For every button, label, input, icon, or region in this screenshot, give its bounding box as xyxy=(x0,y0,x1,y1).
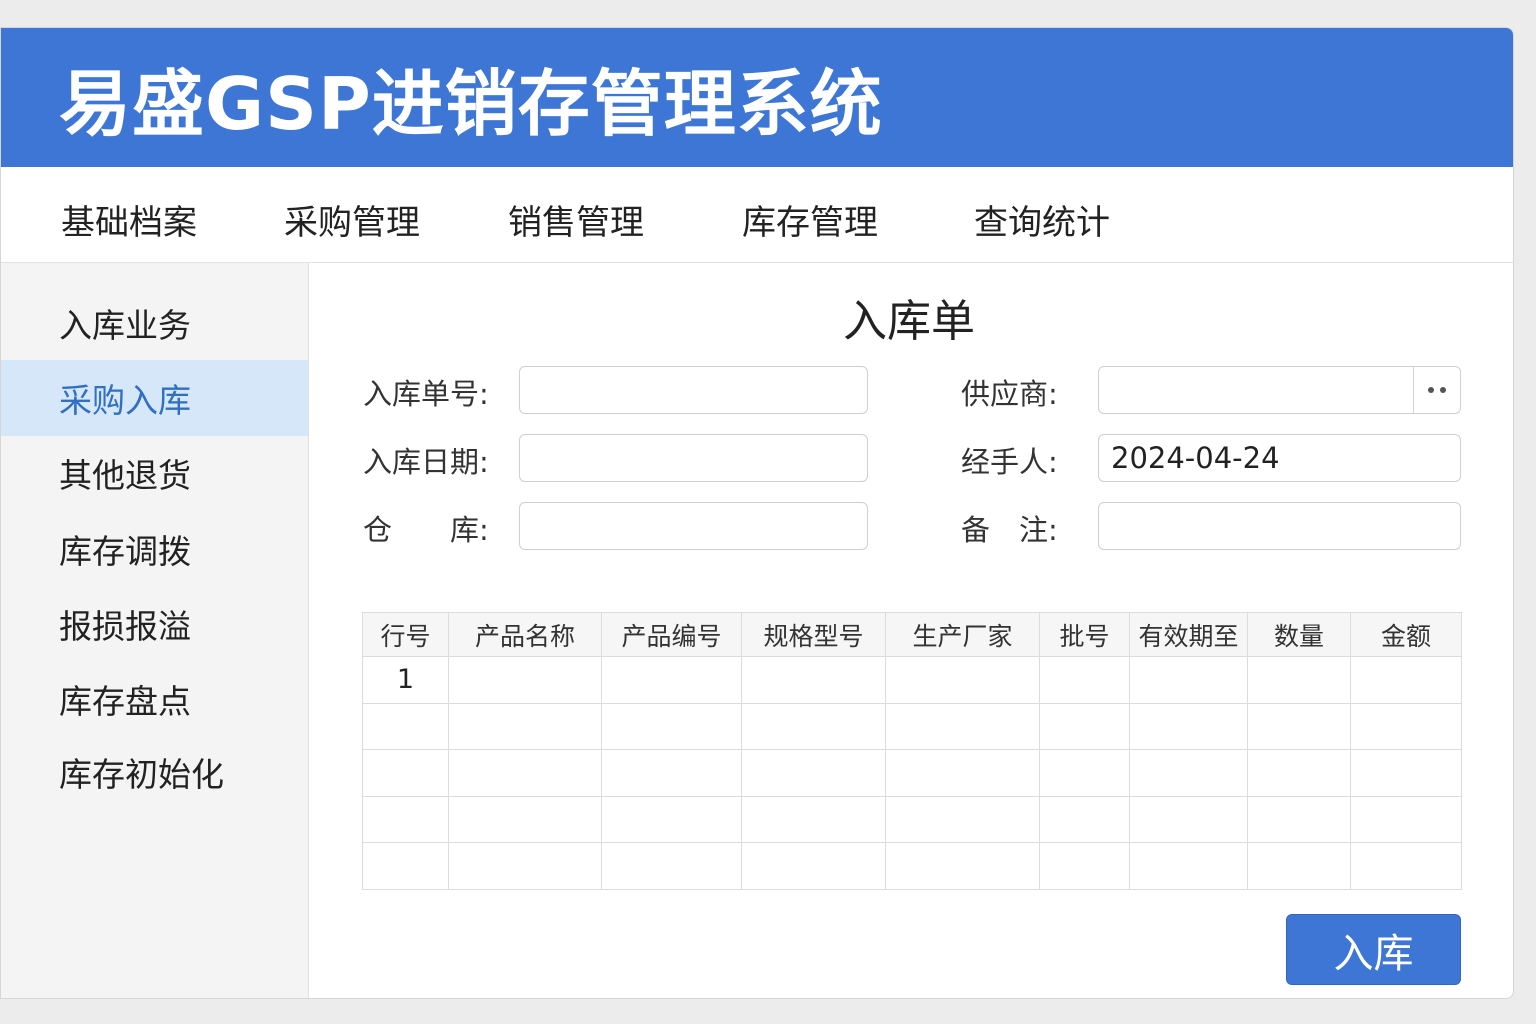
table-cell[interactable] xyxy=(1129,702,1248,750)
col-header-spec-model: 规格型号 xyxy=(741,612,886,657)
table-cell[interactable] xyxy=(448,656,602,704)
form-panel: 入库单 入库单号: 供应商: 入库日期: 经手人: 2024-04-24 仓 库… xyxy=(309,263,1513,998)
col-header-line-no: 行号 xyxy=(362,612,449,657)
col-header-product-name: 产品名称 xyxy=(448,612,602,657)
menu-item-sales[interactable]: 销售管理 xyxy=(508,195,644,244)
supplier-input[interactable] xyxy=(1098,366,1461,414)
table-row xyxy=(362,795,1462,843)
col-header-quantity: 数量 xyxy=(1247,612,1351,657)
table-cell[interactable] xyxy=(1039,842,1130,890)
menu-item-inventory[interactable]: 库存管理 xyxy=(742,195,878,244)
table-row: 1 xyxy=(362,656,1462,704)
table-cell[interactable] xyxy=(885,656,1040,704)
sidebar-item-stock-init[interactable]: 库存初始化 xyxy=(1,734,308,810)
more-dot-icon xyxy=(1440,387,1446,393)
table-cell[interactable] xyxy=(362,842,449,890)
menu-item-purchase[interactable]: 采购管理 xyxy=(284,195,420,244)
col-header-product-code: 产品编号 xyxy=(601,612,742,657)
main-body: 入库业务 采购入库 其他退货 库存调拨 报损报溢 库存盘点 库存初始化 入库单 … xyxy=(1,263,1513,998)
app-title: 易盛GSP进销存管理系统 xyxy=(59,62,883,146)
order-no-label: 入库单号: xyxy=(363,377,489,411)
items-table: 行号 产品名称 产品编号 规格型号 生产厂家 批号 有效期至 数量 金额 1 xyxy=(362,612,1462,890)
warehouse-input[interactable] xyxy=(519,502,868,550)
table-cell[interactable] xyxy=(1129,749,1248,797)
menu-item-basic-records[interactable]: 基础档案 xyxy=(61,195,197,244)
table-cell[interactable] xyxy=(1039,702,1130,750)
sidebar: 入库业务 采购入库 其他退货 库存调拨 报损报溢 库存盘点 库存初始化 xyxy=(1,263,309,998)
table-cell[interactable] xyxy=(741,842,886,890)
table-cell[interactable] xyxy=(1247,749,1351,797)
remark-label: 备 注: xyxy=(961,513,1058,547)
table-cell[interactable] xyxy=(741,656,886,704)
table-cell[interactable] xyxy=(601,795,742,843)
handler-label: 经手人: xyxy=(961,445,1058,479)
table-cell[interactable] xyxy=(1039,749,1130,797)
table-cell[interactable] xyxy=(448,749,602,797)
table-cell[interactable] xyxy=(1350,842,1462,890)
table-cell[interactable] xyxy=(448,795,602,843)
table-row xyxy=(362,749,1462,797)
menu-bar: 基础档案 采购管理 销售管理 库存管理 查询统计 xyxy=(1,167,1513,263)
col-header-amount: 金额 xyxy=(1350,612,1462,657)
table-cell[interactable] xyxy=(885,749,1040,797)
table-cell[interactable] xyxy=(448,702,602,750)
table-cell[interactable] xyxy=(885,795,1040,843)
sidebar-item-loss-overflow[interactable]: 报损报溢 xyxy=(1,586,308,662)
table-cell[interactable]: 1 xyxy=(362,656,449,704)
title-bar: 易盛GSP进销存管理系统 xyxy=(1,28,1513,167)
app-window: 易盛GSP进销存管理系统 基础档案 采购管理 销售管理 库存管理 查询统计 入库… xyxy=(0,27,1514,999)
form-title: 入库单 xyxy=(843,296,975,347)
handler-input[interactable]: 2024-04-24 xyxy=(1098,434,1461,482)
sidebar-item-other-return[interactable]: 其他退货 xyxy=(1,435,308,511)
sidebar-item-stock-transfer[interactable]: 库存调拨 xyxy=(1,511,308,587)
table-cell[interactable] xyxy=(362,702,449,750)
table-cell[interactable] xyxy=(1247,842,1351,890)
table-cell[interactable] xyxy=(601,842,742,890)
table-cell[interactable] xyxy=(362,749,449,797)
table-cell[interactable] xyxy=(1039,656,1130,704)
table-cell[interactable] xyxy=(1247,795,1351,843)
table-cell[interactable] xyxy=(448,842,602,890)
table-cell[interactable] xyxy=(1350,656,1462,704)
table-cell[interactable] xyxy=(1247,656,1351,704)
supplier-label: 供应商: xyxy=(961,377,1058,411)
col-header-batch-no: 批号 xyxy=(1039,612,1130,657)
table-cell[interactable] xyxy=(362,795,449,843)
sidebar-item-stocktaking[interactable]: 库存盘点 xyxy=(1,661,308,737)
col-header-expiry: 有效期至 xyxy=(1129,612,1248,657)
table-cell[interactable] xyxy=(1129,795,1248,843)
table-cell[interactable] xyxy=(885,702,1040,750)
table-cell[interactable] xyxy=(741,702,886,750)
table-cell[interactable] xyxy=(741,795,886,843)
date-label: 入库日期: xyxy=(363,445,489,479)
table-cell[interactable] xyxy=(601,656,742,704)
table-cell[interactable] xyxy=(1129,842,1248,890)
table-cell[interactable] xyxy=(1350,795,1462,843)
table-cell[interactable] xyxy=(1129,656,1248,704)
col-header-manufacturer: 生产厂家 xyxy=(885,612,1040,657)
table-cell[interactable] xyxy=(1247,702,1351,750)
table-cell[interactable] xyxy=(601,702,742,750)
table-cell[interactable] xyxy=(1350,702,1462,750)
menu-item-query-stats[interactable]: 查询统计 xyxy=(974,195,1110,244)
table-cell[interactable] xyxy=(885,842,1040,890)
table-cell[interactable] xyxy=(1350,749,1462,797)
table-row xyxy=(362,702,1462,750)
table-cell[interactable] xyxy=(1039,795,1130,843)
remark-input[interactable] xyxy=(1098,502,1461,550)
sidebar-item-inbound-business[interactable]: 入库业务 xyxy=(1,285,308,361)
order-no-input[interactable] xyxy=(519,366,868,414)
supplier-lookup-button[interactable] xyxy=(1413,367,1460,413)
table-row xyxy=(362,842,1462,890)
warehouse-label: 仓 库: xyxy=(363,513,489,547)
inbound-submit-button[interactable]: 入库 xyxy=(1286,914,1461,985)
sidebar-item-purchase-inbound[interactable]: 采购入库 xyxy=(1,360,308,436)
table-header-row: 行号 产品名称 产品编号 规格型号 生产厂家 批号 有效期至 数量 金额 xyxy=(362,612,1462,657)
date-input[interactable] xyxy=(519,434,868,482)
more-dot-icon xyxy=(1428,387,1434,393)
table-cell[interactable] xyxy=(601,749,742,797)
table-cell[interactable] xyxy=(741,749,886,797)
